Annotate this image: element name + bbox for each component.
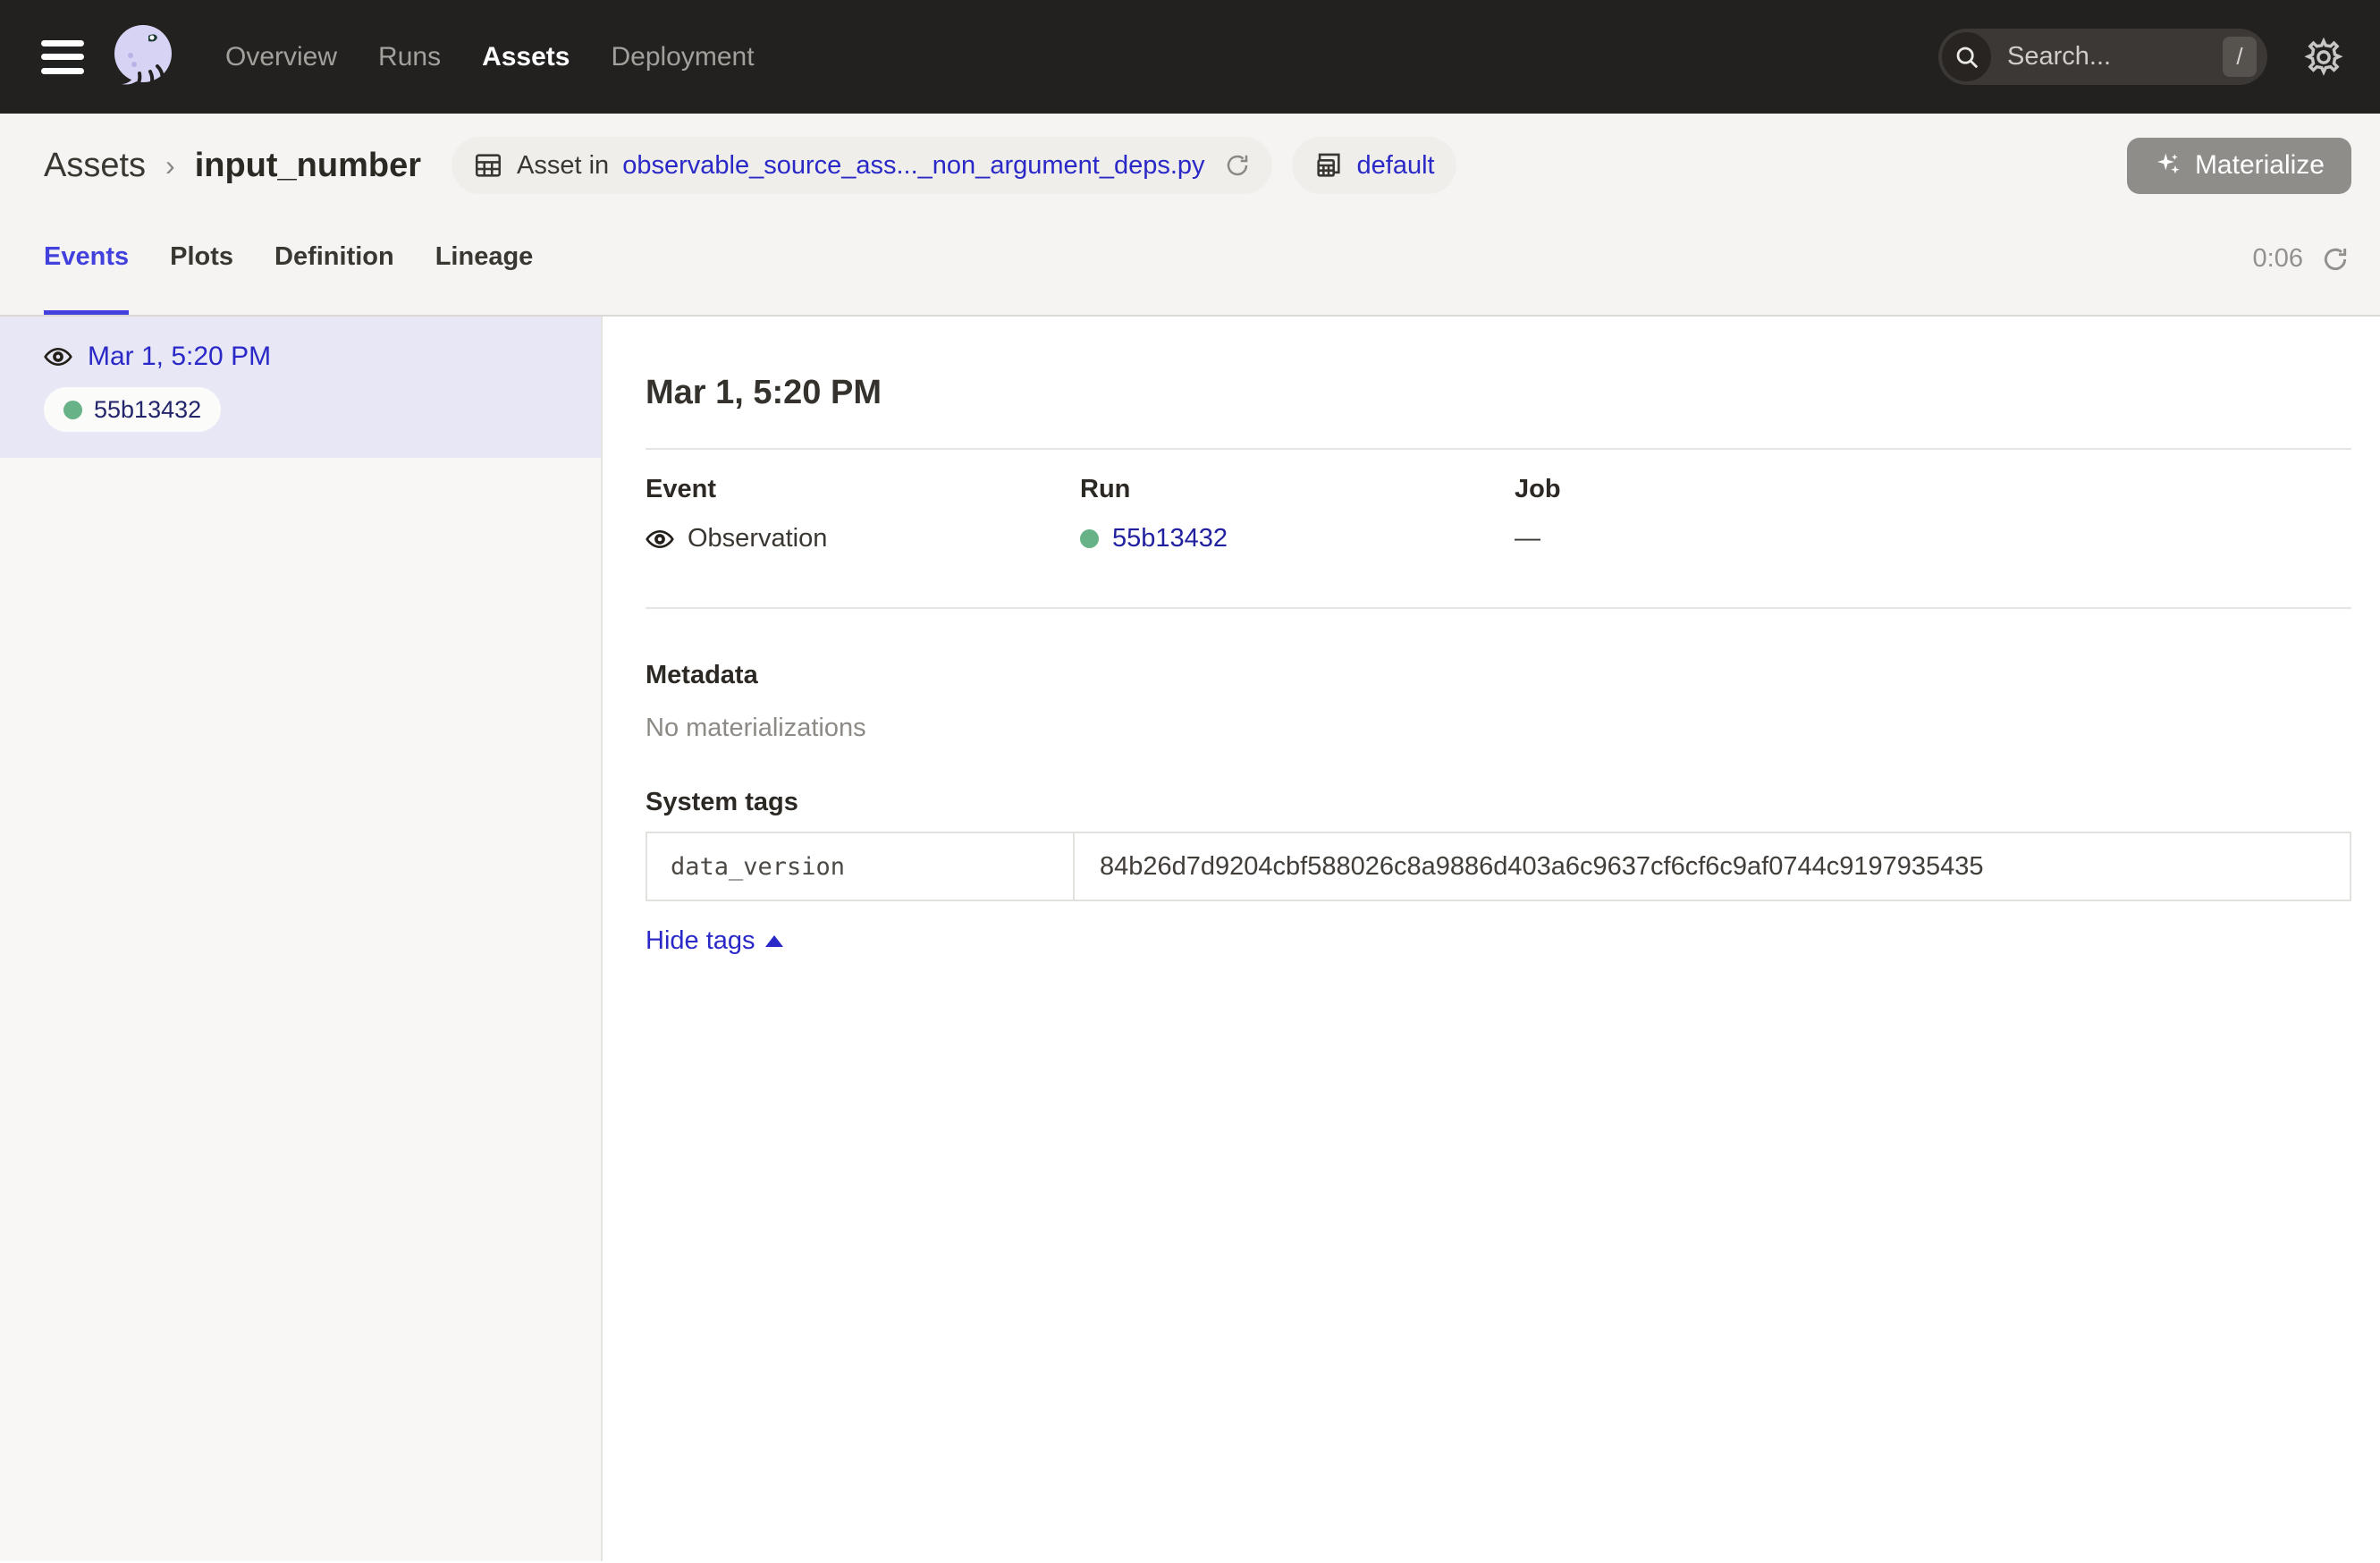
- event-column-header: Event: [646, 475, 1080, 504]
- top-navigation-bar: Overview Runs Assets Deployment Search..…: [0, 0, 2380, 114]
- tabs-spacer: [574, 203, 2211, 315]
- chevron-right-icon: ›: [165, 149, 175, 182]
- tab-plots[interactable]: Plots: [170, 203, 233, 315]
- observation-eye-icon: [646, 525, 674, 553]
- repo-stack-icon: [1313, 150, 1344, 181]
- refresh-countdown: 0:06: [2253, 244, 2303, 274]
- event-detail-title: Mar 1, 5:20 PM: [646, 374, 2351, 412]
- asset-location-badge: Asset in observable_source_ass..._non_ar…: [452, 137, 1272, 194]
- run-status-dot: [63, 401, 82, 419]
- job-column: Job —: [1515, 475, 2351, 553]
- sparkles-icon: [2154, 151, 2182, 180]
- nav-deployment[interactable]: Deployment: [611, 42, 754, 72]
- run-status-dot: [1080, 529, 1099, 548]
- event-list-item[interactable]: Mar 1, 5:20 PM 55b13432: [0, 317, 601, 458]
- repo-default-link[interactable]: default: [1357, 151, 1435, 181]
- tab-definition[interactable]: Definition: [274, 203, 394, 315]
- hide-tags-label: Hide tags: [646, 926, 755, 956]
- search-placeholder: Search...: [2007, 42, 2223, 72]
- gear-icon[interactable]: [2303, 37, 2344, 78]
- tag-value-cell: 84b26d7d9204cbf588026c8a9886d403a6c9637c…: [1075, 833, 2350, 900]
- reload-icon[interactable]: [1224, 152, 1251, 179]
- event-column: Event Observation: [646, 475, 1080, 553]
- hide-tags-link[interactable]: Hide tags: [646, 926, 783, 956]
- event-timestamp-link[interactable]: Mar 1, 5:20 PM: [88, 342, 271, 372]
- tab-events[interactable]: Events: [44, 203, 129, 315]
- run-id-tag[interactable]: 55b13432: [44, 387, 221, 432]
- asset-page-header: Assets › input_number Asset in observabl…: [0, 114, 2380, 317]
- asset-location-prefix: Asset in: [517, 151, 609, 181]
- refresh-icon[interactable]: [2321, 245, 2350, 274]
- event-list-sidebar: Mar 1, 5:20 PM 55b13432: [0, 317, 603, 1561]
- run-column: Run 55b13432: [1080, 475, 1515, 553]
- dagster-octopus-logo[interactable]: [107, 20, 182, 95]
- divider: [646, 448, 2351, 450]
- content-area: Mar 1, 5:20 PM 55b13432 Mar 1, 5:20 PM E…: [0, 317, 2380, 1561]
- page-title: input_number: [195, 147, 421, 185]
- materialize-label: Materialize: [2195, 150, 2325, 181]
- breadcrumb-assets-link[interactable]: Assets: [44, 147, 146, 185]
- job-value: —: [1515, 524, 1540, 553]
- event-summary-columns: Event Observation Run 55b13: [646, 475, 2351, 553]
- chevron-up-icon: [765, 935, 783, 947]
- table-grid-icon: [473, 150, 503, 181]
- metadata-heading: Metadata: [646, 661, 2351, 690]
- run-column-header: Run: [1080, 475, 1515, 504]
- repo-badge: default: [1292, 137, 1456, 194]
- observation-eye-icon: [44, 342, 72, 371]
- nav-assets[interactable]: Assets: [482, 42, 570, 72]
- metadata-empty-text: No materializations: [646, 714, 2351, 743]
- asset-definition-file-link[interactable]: observable_source_ass..._non_argument_de…: [622, 151, 1204, 181]
- system-tags-heading: System tags: [646, 788, 2351, 817]
- event-detail-panel: Mar 1, 5:20 PM Event Observation: [603, 317, 2380, 1561]
- system-tags-table: data_version 84b26d7d9204cbf588026c8a988…: [646, 832, 2351, 901]
- nav-overview[interactable]: Overview: [225, 42, 337, 72]
- hamburger-menu-icon[interactable]: [41, 40, 84, 74]
- global-search-input[interactable]: Search... /: [1938, 29, 2267, 85]
- tab-lineage[interactable]: Lineage: [435, 203, 534, 315]
- search-icon: [1942, 32, 1991, 81]
- divider: [646, 607, 2351, 609]
- primary-nav: Overview Runs Assets Deployment: [225, 42, 755, 72]
- asset-tabs: Events Plots Definition Lineage 0:06: [0, 203, 2380, 315]
- tag-key-cell: data_version: [647, 833, 1075, 900]
- run-id-link[interactable]: 55b13432: [1112, 524, 1228, 553]
- job-column-header: Job: [1515, 475, 2351, 504]
- search-shortcut-badge: /: [2223, 37, 2257, 77]
- event-type-value: Observation: [688, 524, 827, 553]
- materialize-button[interactable]: Materialize: [2127, 138, 2351, 194]
- nav-runs[interactable]: Runs: [378, 42, 441, 72]
- run-id-text: 55b13432: [94, 396, 201, 424]
- breadcrumb: Assets › input_number Asset in observabl…: [0, 114, 2380, 194]
